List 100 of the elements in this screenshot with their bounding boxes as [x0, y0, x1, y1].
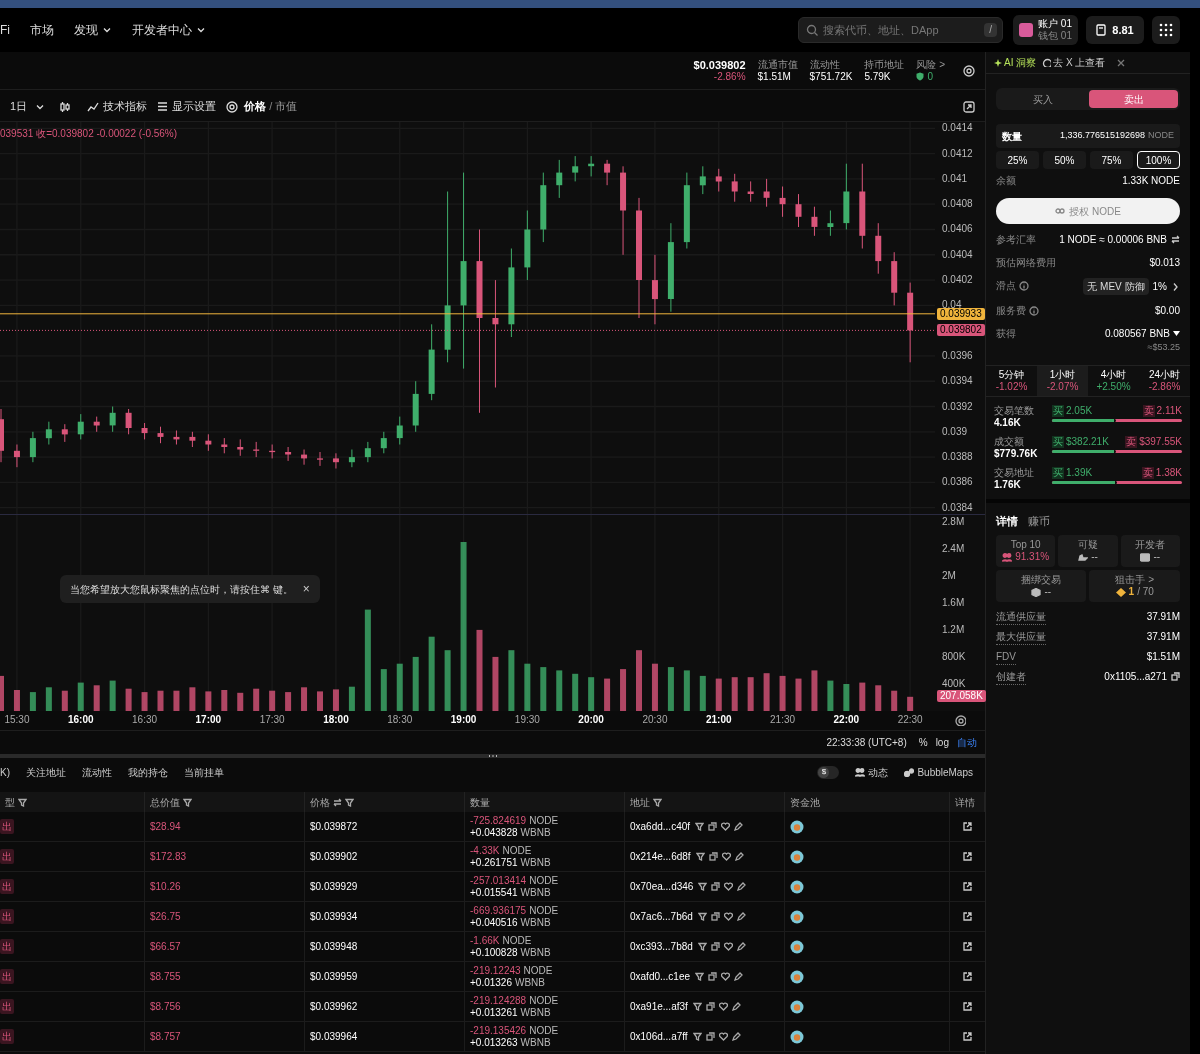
scale-option[interactable]: %: [918, 735, 928, 750]
amount-field[interactable]: 数量 1,336.776515192698 NODE: [996, 124, 1180, 148]
volume-bar: [891, 690, 898, 711]
wallet-address[interactable]: 0x7ac6...7b6d: [630, 909, 693, 924]
column-header[interactable]: 总价值: [145, 792, 305, 812]
grid-icon: [1159, 23, 1173, 37]
candle: [173, 430, 180, 445]
filter-icon: [345, 797, 354, 807]
details-tab[interactable]: 赚币: [1028, 512, 1050, 529]
wallet-address[interactable]: 0xafd0...c1ee: [630, 969, 691, 984]
external-link-icon: [963, 852, 972, 861]
axis-tick-label: 2.4M: [942, 542, 965, 555]
token-symbol: WBNB: [520, 1006, 551, 1019]
ai-insight-button[interactable]: AI 洞察: [994, 55, 1037, 70]
risk-label[interactable]: 风险 >: [916, 58, 945, 71]
column-header[interactable]: 资金池: [785, 792, 950, 812]
display-settings-button[interactable]: 显示设置: [157, 98, 217, 115]
candle: [221, 437, 228, 454]
pencil-icon: [736, 942, 746, 951]
period-tab[interactable]: 1小时 -2.07%: [1037, 365, 1088, 396]
indicators-button[interactable]: 技术指标: [87, 98, 148, 115]
time-tick-label: 20:00: [578, 714, 604, 726]
wallet-address[interactable]: 0xc393...7b8d: [630, 939, 693, 954]
sell-tag: 卖: [1125, 435, 1138, 448]
copy-icon: [1171, 672, 1180, 681]
nav-link[interactable]: 发现: [74, 21, 112, 39]
volume-bar: [0, 675, 4, 711]
column-header[interactable]: 数量: [465, 792, 625, 812]
panel-tab[interactable]: 流动性: [82, 764, 112, 780]
period-tab[interactable]: 5分钟 -1.02%: [986, 365, 1037, 396]
percent-button[interactable]: 25%: [996, 151, 1039, 169]
candle: [157, 426, 164, 444]
wallet-address[interactable]: 0x214e...6d8f: [630, 849, 691, 864]
volume-bar: [620, 669, 627, 711]
scale-option[interactable]: 自动: [957, 735, 977, 750]
token-price: $0.039802: [693, 58, 746, 71]
link-icon: [1055, 207, 1066, 215]
time-tick-label: 16:30: [132, 714, 158, 726]
detail-value: 37.91M: [1146, 610, 1180, 624]
axis-tick-label: 800K: [942, 650, 966, 663]
chevron-down-icon: [196, 25, 206, 35]
panel-tab[interactable]: 我的持仓: [128, 764, 168, 780]
scale-option[interactable]: log: [935, 735, 949, 750]
panel-tab[interactable]: 关注地址: [26, 764, 66, 780]
wallet-address[interactable]: 0x106d...a7ff: [630, 1029, 688, 1044]
wallet-address[interactable]: 0x70ea...d346: [630, 879, 694, 894]
token-symbol: WBNB: [520, 826, 551, 839]
period-tab[interactable]: 24小时 -2.86%: [1139, 365, 1190, 396]
volume-bar: [109, 680, 116, 711]
trade-side-tab[interactable]: 买入: [998, 90, 1087, 108]
sparkle-icon: [994, 58, 1002, 67]
period-tab[interactable]: 4小时 +2.50%: [1088, 365, 1139, 396]
toolbar-link[interactable]: 动态: [855, 764, 889, 780]
nav-link[interactable]: Fi: [0, 21, 10, 39]
x-logo-icon: [1117, 58, 1126, 67]
column-header[interactable]: 型: [0, 792, 145, 812]
panel-tab[interactable]: 当前挂单: [184, 764, 224, 780]
percent-button[interactable]: 75%: [1090, 151, 1133, 169]
view-on-x-link[interactable]: 去 X 上查看: [1042, 55, 1106, 70]
token-amount: -669.936175: [470, 904, 527, 917]
details-tab[interactable]: 详情: [996, 512, 1018, 529]
trade-side-tab[interactable]: 卖出: [1089, 90, 1178, 108]
chart-mode-toggle[interactable]: 市值: [275, 98, 298, 115]
panel-tab[interactable]: K): [0, 764, 10, 780]
volume-bar: [572, 673, 579, 711]
wallet-address[interactable]: 0xa6dd...c40f: [630, 819, 691, 834]
card-value: --: [1153, 551, 1161, 563]
external-link-icon: [963, 1002, 972, 1011]
nav-link[interactable]: 市场: [30, 21, 54, 39]
wallet-balance-button[interactable]: 8.81: [1086, 16, 1144, 44]
column-header[interactable]: 地址: [625, 792, 785, 812]
filter-icon: [695, 822, 705, 831]
time-tick-label: 19:00: [450, 714, 477, 726]
usd-toggle[interactable]: $: [817, 765, 840, 779]
trade-type-badge: 出: [0, 939, 14, 954]
close-button[interactable]: ×: [302, 580, 310, 598]
field-label: 获得: [996, 327, 1016, 341]
percent-button[interactable]: 50%: [1043, 151, 1086, 169]
total-value: $10.26: [150, 880, 181, 894]
percent-button[interactable]: 100%: [1137, 151, 1180, 169]
interval-dropdown[interactable]: 1日: [10, 98, 46, 115]
trade-type-badge: 出: [0, 969, 14, 984]
price-value: $0.039929: [310, 880, 358, 894]
column-header[interactable]: 价格: [305, 792, 465, 812]
time-tick-label: 21:00: [705, 714, 732, 726]
toolbar-link[interactable]: BubbleMaps: [904, 764, 973, 780]
chart-mode-toggle[interactable]: 价格: [244, 98, 267, 115]
wallet-address[interactable]: 0xa91e...af3f: [630, 999, 688, 1014]
token-amount: -219.124288: [470, 994, 527, 1007]
candle: [651, 254, 658, 325]
volume-bar: [731, 677, 738, 711]
pool-token-icon: [790, 849, 804, 864]
volume-bar: [715, 678, 722, 711]
volume-bar: [683, 670, 690, 711]
axis-tick-label: 0.0412: [942, 147, 973, 160]
apps-menu-button[interactable]: [1152, 16, 1180, 44]
volume-bar: [779, 675, 786, 711]
account-button[interactable]: 账户 01 钱包 01: [1013, 15, 1078, 45]
nav-link[interactable]: 开发者中心: [132, 21, 206, 39]
external-link-icon: [963, 882, 972, 891]
